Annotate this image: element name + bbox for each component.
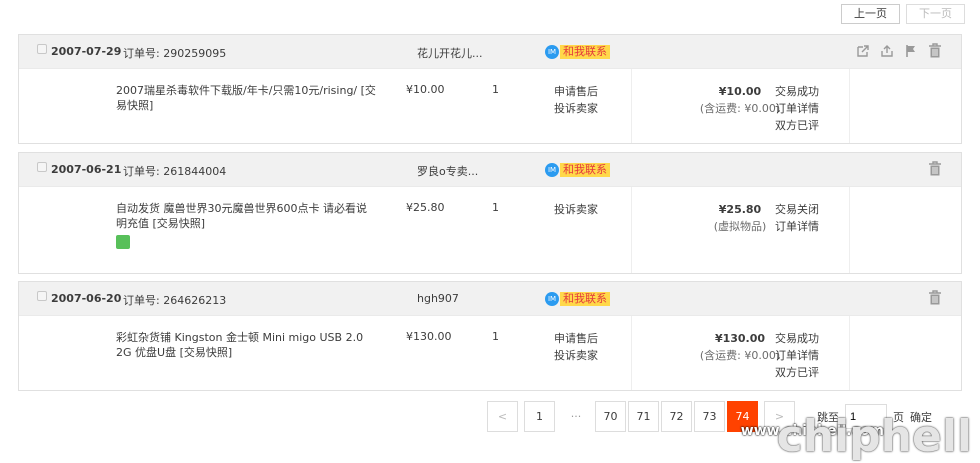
page-link-72[interactable]: 72 [661, 401, 692, 432]
page-link-70[interactable]: 70 [595, 401, 626, 432]
item-price: ¥25.80 [406, 201, 445, 214]
service-links: 申请售后 投诉卖家 [554, 330, 598, 364]
order-checkbox[interactable] [37, 162, 47, 172]
contact-seller-button[interactable]: IM 和我联系 [545, 292, 610, 306]
page-link-71[interactable]: 71 [628, 401, 659, 432]
page-link-1[interactable]: 1 [524, 401, 555, 432]
status-text: 交易成功 [775, 332, 819, 345]
order-header: 2007-07-29 订单号: 290259095 花儿开花儿... IM 和我… [19, 35, 961, 69]
im-icon: IM [545, 163, 559, 177]
rating-status: 双方已评 [775, 366, 819, 379]
im-icon: IM [545, 292, 559, 306]
item-price: ¥10.00 [406, 83, 445, 96]
order-actions [927, 290, 943, 306]
contact-label: 和我联系 [560, 292, 610, 306]
service-links: 申请售后 投诉卖家 [554, 83, 598, 117]
order-detail-link[interactable]: 订单详情 [775, 218, 819, 235]
column-divider [849, 69, 850, 143]
column-divider [849, 187, 850, 273]
column-divider [849, 316, 850, 390]
rating-status: 双方已评 [775, 119, 819, 132]
after-sale-link[interactable]: 申请售后 [554, 83, 598, 100]
pagination-ellipsis: ··· [570, 410, 582, 423]
auto-delivery-icon [116, 235, 130, 249]
im-icon: IM [545, 45, 559, 59]
order-checkbox[interactable] [37, 291, 47, 301]
order-header: 2007-06-21 订单号: 261844004 罗良o专卖... IM 和我… [19, 153, 961, 187]
contact-seller-button[interactable]: IM 和我联系 [545, 163, 610, 177]
prev-page-button[interactable]: 上一页 [841, 4, 900, 24]
seller-link[interactable]: 花儿开花儿... [417, 45, 483, 61]
contact-label: 和我联系 [560, 163, 610, 177]
order-header: 2007-06-20 订单号: 264626213 hgh907 IM 和我联系 [19, 282, 961, 316]
order-detail-link[interactable]: 订单详情 [775, 100, 819, 117]
status-text: 交易成功 [775, 85, 819, 98]
chiphell-logo: chiphell [776, 411, 972, 462]
trash-icon[interactable] [927, 290, 943, 306]
trash-icon[interactable] [927, 161, 943, 177]
contact-label: 和我联系 [560, 45, 610, 59]
after-sale-link[interactable]: 申请售后 [554, 330, 598, 347]
complain-link[interactable]: 投诉卖家 [554, 347, 598, 364]
order-date: 2007-07-29 [51, 45, 122, 58]
item-price: ¥130.00 [406, 330, 452, 343]
order-number: 订单号: 264626213 [123, 294, 227, 307]
order-number: 订单号: 290259095 [123, 47, 227, 60]
order-status: 交易成功 订单详情 双方已评 [775, 83, 819, 134]
order-card: 2007-06-21 订单号: 261844004 罗良o专卖... IM 和我… [18, 152, 962, 274]
item-quantity: 1 [492, 83, 499, 96]
order-date: 2007-06-20 [51, 292, 122, 305]
order-detail-link[interactable]: 订单详情 [775, 347, 819, 364]
complain-link[interactable]: 投诉卖家 [554, 100, 598, 117]
status-text: 交易关闭 [775, 203, 819, 216]
complain-link[interactable]: 投诉卖家 [554, 201, 598, 218]
page-link-73[interactable]: 73 [694, 401, 725, 432]
item-quantity: 1 [492, 330, 499, 343]
seller-link[interactable]: 罗良o专卖... [417, 163, 478, 179]
upload-icon[interactable] [879, 43, 895, 59]
order-checkbox[interactable] [37, 44, 47, 54]
item-title-link[interactable]: 2007瑞星杀毒软件下载版/年卡/只需10元/rising/ [交易快照] [116, 83, 376, 113]
order-actions [927, 161, 943, 177]
next-page-button[interactable]: 下一页 [906, 4, 965, 24]
top-pager: 上一页 下一页 [841, 4, 965, 24]
item-quantity: 1 [492, 201, 499, 214]
order-status: 交易成功 订单详情 双方已评 [775, 330, 819, 381]
order-body: 自动发货 魔兽世界30元魔兽世界600点卡 请必看说明充值 [交易快照] ¥25… [19, 187, 961, 273]
order-card: 2007-07-29 订单号: 290259095 花儿开花儿... IM 和我… [18, 34, 962, 144]
contact-seller-button[interactable]: IM 和我联系 [545, 45, 610, 59]
trash-icon[interactable] [927, 43, 943, 59]
order-date: 2007-06-21 [51, 163, 122, 176]
order-actions [855, 43, 943, 59]
service-links: 投诉卖家 [554, 201, 598, 218]
order-number: 订单号: 261844004 [123, 165, 227, 178]
order-card: 2007-06-20 订单号: 264626213 hgh907 IM 和我联系… [18, 281, 962, 391]
seller-link[interactable]: hgh907 [417, 292, 459, 305]
share-icon[interactable] [855, 43, 871, 59]
order-status: 交易关闭 订单详情 [775, 201, 819, 235]
flag-icon[interactable] [903, 43, 919, 59]
order-body: 2007瑞星杀毒软件下载版/年卡/只需10元/rising/ [交易快照] ¥1… [19, 69, 961, 143]
item-title-link[interactable]: 彩虹杂货铺 Kingston 金士顿 Mini migo USB 2.0 2G … [116, 330, 376, 360]
order-body: 彩虹杂货铺 Kingston 金士顿 Mini migo USB 2.0 2G … [19, 316, 961, 390]
prev-page-button[interactable]: < [487, 401, 518, 432]
item-title-link[interactable]: 自动发货 魔兽世界30元魔兽世界600点卡 请必看说明充值 [交易快照] [116, 201, 376, 231]
